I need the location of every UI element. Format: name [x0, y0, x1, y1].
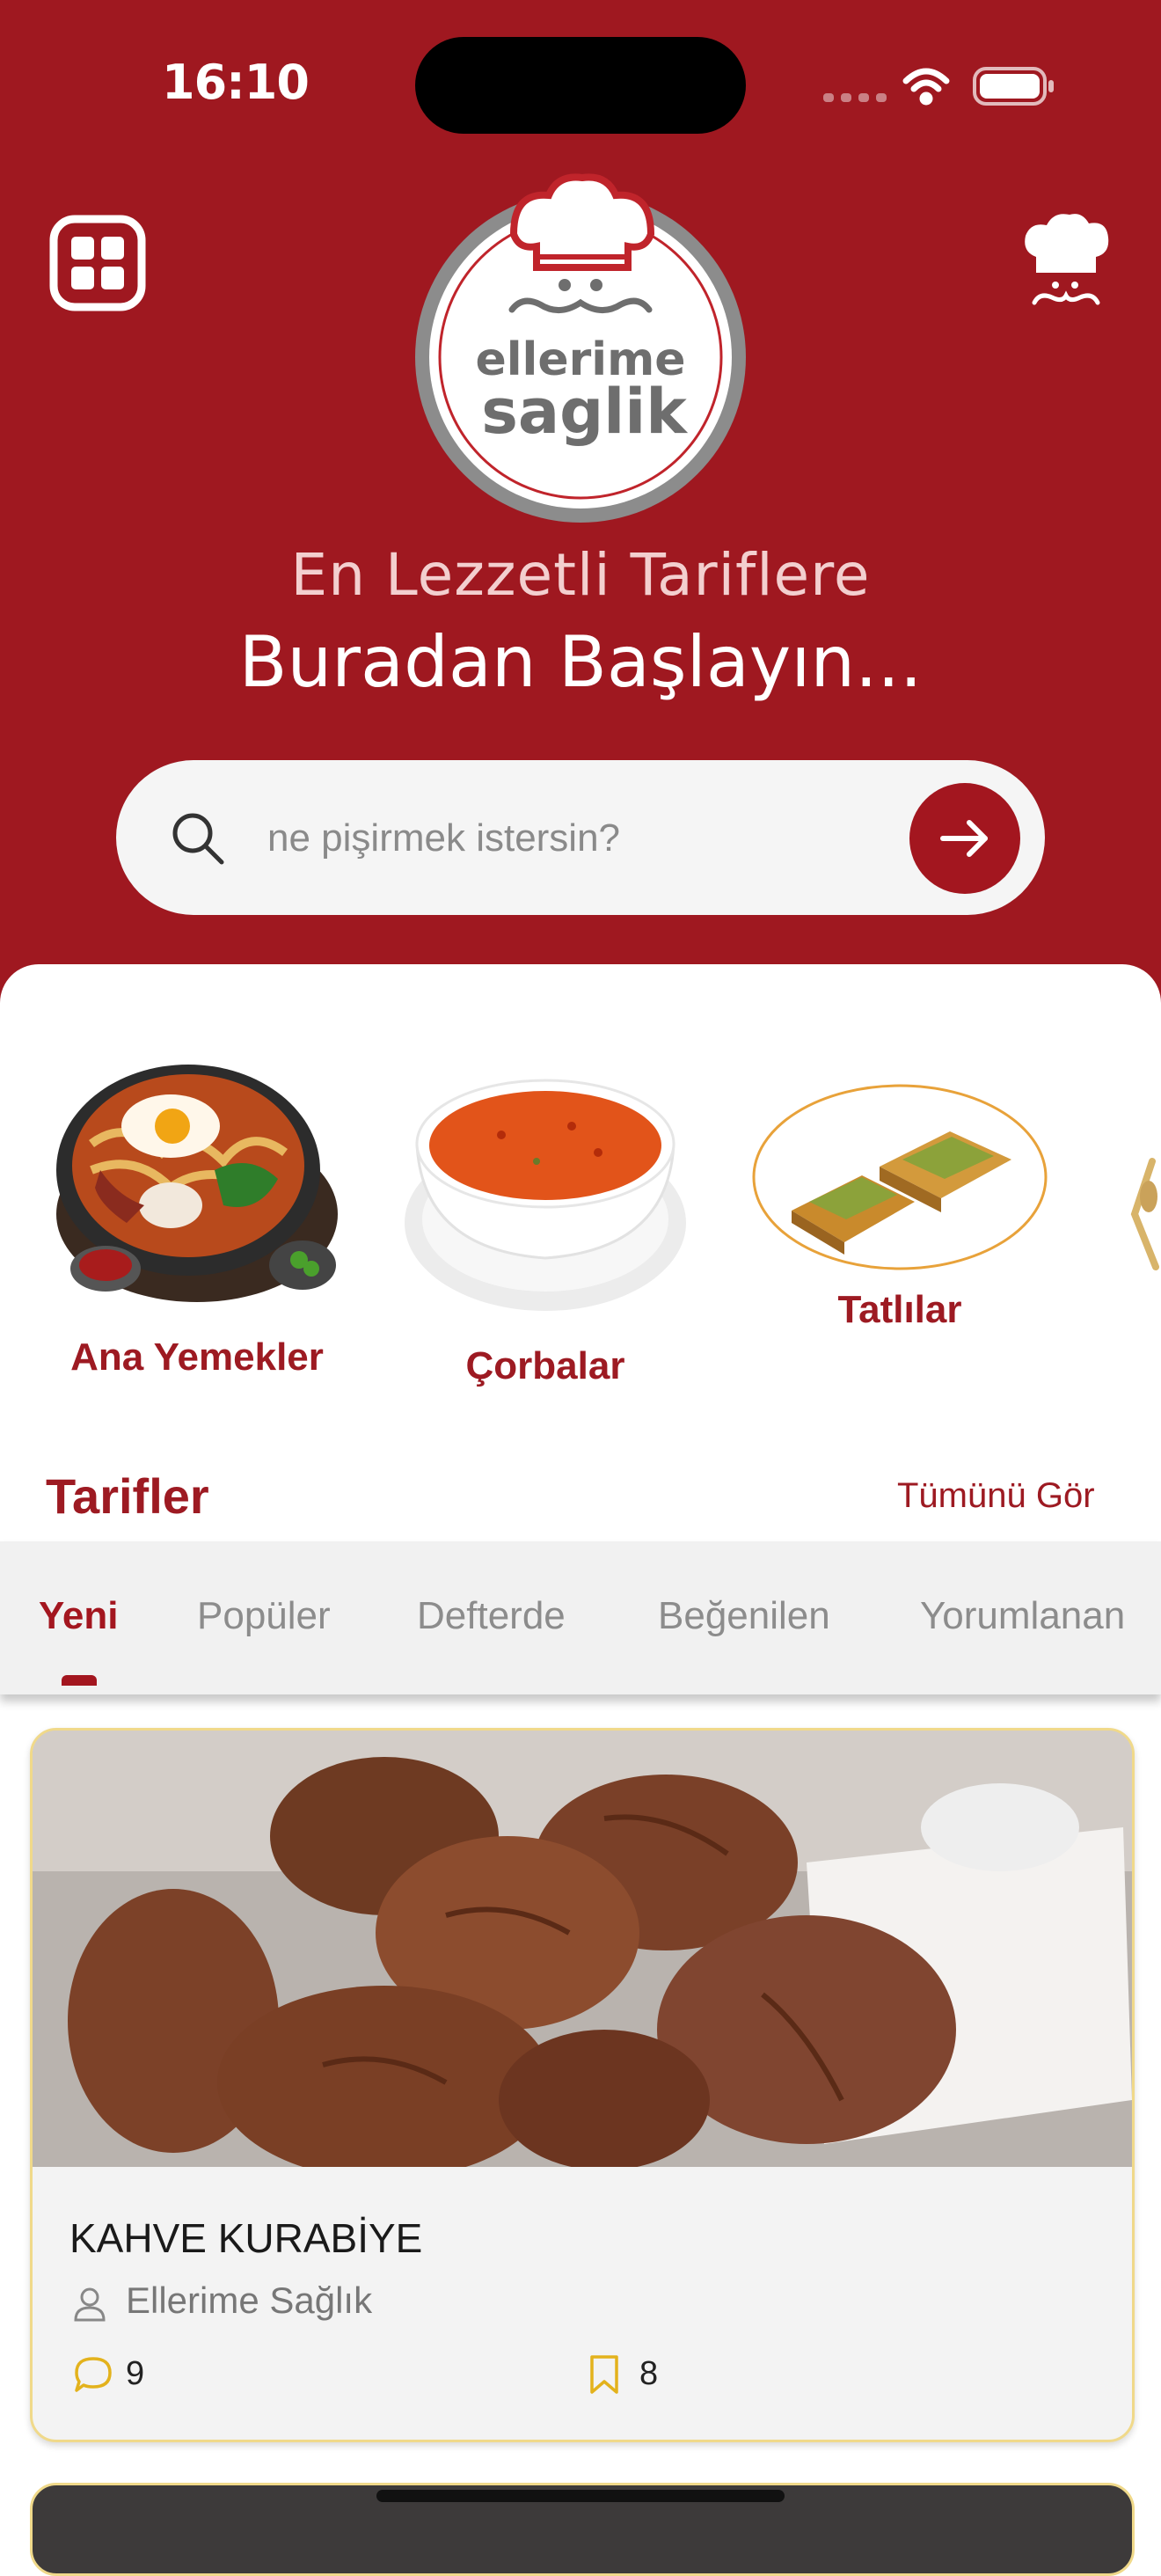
recipe-card[interactable]: KAHVE KURABİYE Ellerime Sağlık 9 8: [30, 1728, 1135, 2442]
category-label: Tatlılar: [837, 1288, 962, 1331]
search-input[interactable]: [266, 804, 885, 873]
bookmark-icon[interactable]: [588, 2353, 620, 2396]
app-logo: ellerime saglik: [408, 172, 753, 528]
tab-saved[interactable]: Defterde: [417, 1594, 566, 1638]
grid-icon[interactable]: [49, 215, 146, 311]
tab-new[interactable]: Yeni: [39, 1594, 119, 1638]
search-bar[interactable]: [116, 760, 1045, 915]
dessert-image: [752, 1084, 1048, 1270]
recipes-section-title: Tarifler: [46, 1468, 209, 1524]
category-soups[interactable]: Çorbalar: [387, 1047, 704, 1408]
category-main-dishes[interactable]: Ana Yemekler: [39, 1038, 355, 1390]
status-icons: [823, 67, 1054, 106]
tab-popular[interactable]: Popüler: [197, 1594, 331, 1638]
user-icon: [74, 2287, 106, 2322]
see-all-link[interactable]: Tümünü Gör: [897, 1476, 1095, 1516]
active-tab-indicator: [62, 1675, 97, 1686]
hero-header: 16:10 ellerime saglik En Lezzetli Tarifl…: [0, 0, 1161, 1003]
home-indicator[interactable]: [376, 2490, 785, 2502]
bookmark-count: 8: [639, 2355, 659, 2392]
category-label: Ana Yemekler: [70, 1336, 324, 1379]
category-label: Çorbalar: [465, 1344, 625, 1387]
recipe-tabs: Yeni Popüler Defterde Beğenilen Yorumlan…: [0, 1541, 1161, 1694]
recipe-title: KAHVE KURABİYE: [69, 2215, 423, 2261]
logo-text-line2: saglik: [481, 376, 688, 448]
wifi-icon: [902, 68, 950, 106]
category-partial-image[interactable]: [1117, 1144, 1161, 1284]
chef-icon[interactable]: [1020, 211, 1112, 313]
search-icon: [172, 813, 224, 865]
battery-icon: [973, 67, 1054, 106]
status-time: 16:10: [162, 55, 310, 110]
main-dish-image: [56, 1065, 338, 1302]
tab-commented[interactable]: Yorumlanan: [920, 1594, 1125, 1638]
soup-image: [405, 1079, 686, 1311]
tab-liked[interactable]: Beğenilen: [658, 1594, 830, 1638]
logo-graphic: ellerime saglik: [415, 173, 746, 523]
search-submit-button[interactable]: [909, 783, 1020, 894]
comment-icon[interactable]: [73, 2355, 113, 2394]
comment-count: 9: [126, 2355, 145, 2392]
recipe-image: [33, 1731, 1132, 2167]
recipe-author: Ellerime Sağlık: [126, 2280, 373, 2321]
tagline-line2: Buradan Başlayın...: [238, 621, 923, 703]
arrow-right-icon: [940, 820, 988, 857]
cellular-icon: [823, 93, 887, 102]
dynamic-island: [415, 37, 746, 134]
tagline-line1: En Lezzetli Tariflere: [290, 541, 871, 609]
category-desserts[interactable]: Tatlılar: [748, 1079, 1052, 1369]
